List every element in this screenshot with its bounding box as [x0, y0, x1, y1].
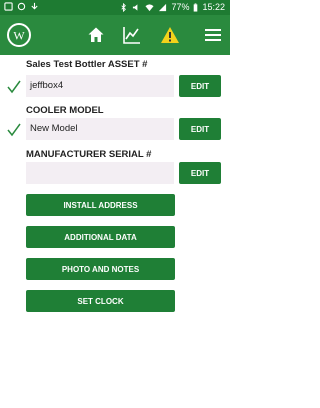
download-icon	[31, 2, 38, 10]
status-bar: 77% 15:22	[0, 0, 230, 15]
battery-icon	[194, 2, 198, 12]
photo-and-notes-button[interactable]: PHOTO AND NOTES	[26, 258, 175, 280]
serial-edit-button[interactable]: EDIT	[179, 162, 221, 184]
set-clock-button[interactable]: SET CLOCK	[26, 290, 175, 312]
warning-icon[interactable]	[160, 25, 180, 45]
svg-text:W: W	[13, 29, 25, 43]
wifi-icon	[145, 3, 155, 11]
install-address-button[interactable]: INSTALL ADDRESS	[26, 194, 175, 216]
menu-icon[interactable]	[203, 25, 223, 45]
asset-number-label: Sales Test Bottler ASSET #	[26, 59, 148, 70]
bluetooth-icon	[121, 2, 127, 12]
mute-icon	[133, 3, 138, 11]
app-bar: W	[0, 15, 230, 55]
check-icon	[7, 80, 21, 94]
additional-data-button[interactable]: ADDITIONAL DATA	[26, 226, 175, 248]
cooler-edit-button[interactable]: EDIT	[179, 118, 221, 140]
check-icon	[7, 123, 21, 137]
manufacturer-serial-field[interactable]	[26, 162, 174, 184]
asset-edit-button[interactable]: EDIT	[179, 75, 221, 97]
app-logo-icon[interactable]: W	[6, 22, 32, 48]
asset-number-field[interactable]: jeffbox4	[26, 75, 174, 97]
sync-icon	[17, 2, 26, 11]
clock: 15:22	[202, 2, 225, 12]
cooler-model-label: COOLER MODEL	[26, 105, 104, 116]
cooler-model-field[interactable]: New Model	[26, 118, 174, 140]
manufacturer-serial-label: MANUFACTURER SERIAL #	[26, 149, 152, 160]
notification-icon	[4, 2, 13, 11]
chart-icon[interactable]	[122, 25, 142, 45]
battery-percent: 77%	[171, 2, 190, 12]
signal-icon	[159, 3, 167, 11]
home-icon[interactable]	[86, 25, 106, 45]
